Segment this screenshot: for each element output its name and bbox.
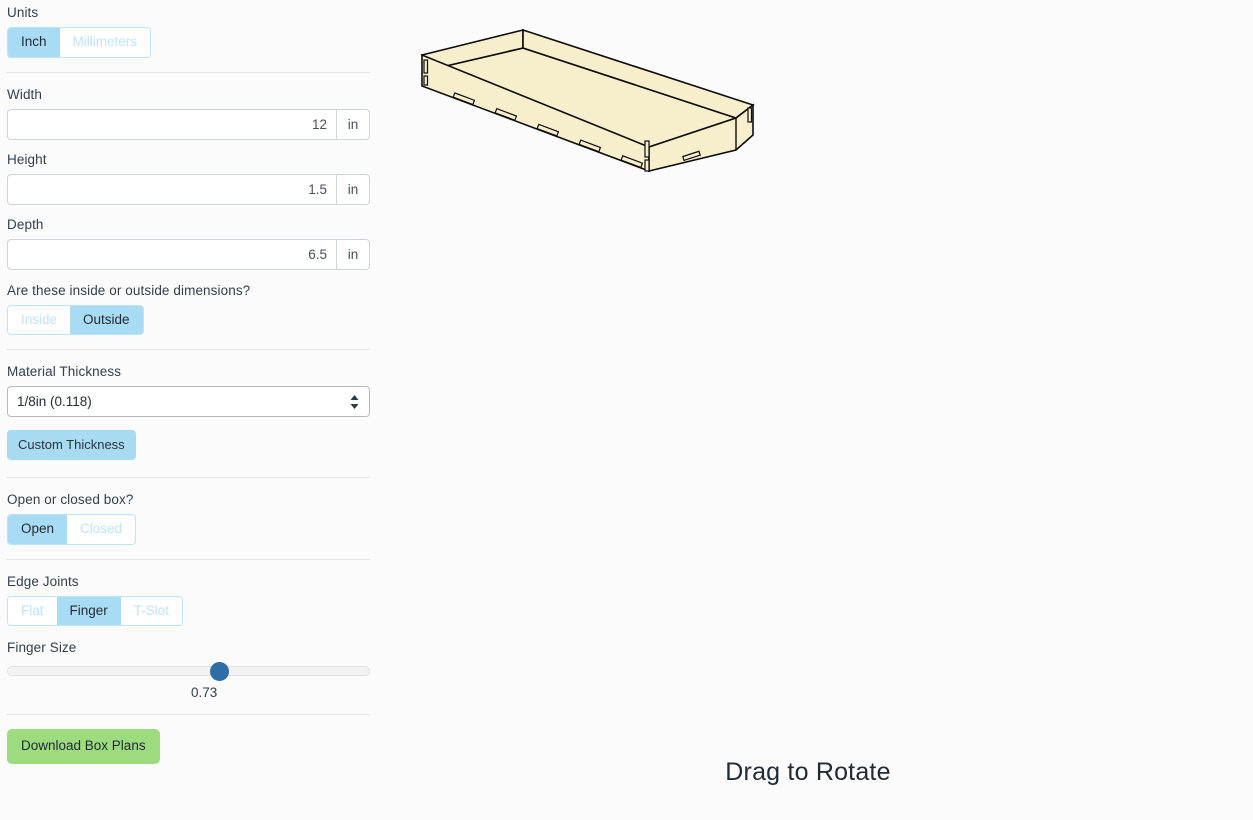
width-input[interactable] <box>7 108 336 140</box>
controls-panel: Units Inch Millimeters Width in Height i… <box>0 0 371 820</box>
units-option-inch[interactable]: Inch <box>8 28 60 57</box>
finger-slot-left-1 <box>423 59 429 74</box>
dimension-mode-option-inside[interactable]: Inside <box>8 305 71 334</box>
width-unit-addon: in <box>336 108 370 140</box>
divider-box-type <box>7 558 370 560</box>
box-type-option-open[interactable]: Open <box>8 515 68 544</box>
edge-joints-option-flat[interactable]: Flat <box>8 596 57 625</box>
finger-size-slider-track[interactable] <box>7 666 370 676</box>
finger-slot-left-2 <box>423 75 429 86</box>
finger-size-label: Finger Size <box>7 640 77 655</box>
dimension-mode-option-outside[interactable]: Outside <box>70 305 143 334</box>
height-input[interactable] <box>7 173 336 205</box>
custom-thickness-button[interactable]: Custom Thickness <box>7 430 136 460</box>
depth-input[interactable] <box>7 238 336 270</box>
finger-size-value: 0.73 <box>190 685 218 700</box>
height-unit-addon: in <box>336 173 370 205</box>
units-toggle-group[interactable]: Inch Millimeters <box>7 27 152 58</box>
drag-to-rotate-hint: Drag to Rotate <box>725 758 891 786</box>
box-3d-preview[interactable] <box>391 10 791 210</box>
width-label: Width <box>7 86 43 102</box>
width-field-row[interactable]: in <box>7 108 370 140</box>
depth-label: Depth <box>7 216 44 232</box>
divider-finger <box>7 714 370 715</box>
material-thickness-label: Material Thickness <box>7 364 122 379</box>
box-type-option-closed[interactable]: Closed <box>67 515 136 544</box>
edge-joints-label: Edge Joints <box>7 573 79 589</box>
divider-dimensions <box>7 349 370 350</box>
units-option-millimeters[interactable]: Millimeters <box>59 28 151 57</box>
material-thickness-select[interactable]: 1/8in (0.118) <box>7 386 370 417</box>
dimension-mode-toggle-group[interactable]: Inside Outside <box>7 304 144 335</box>
finger-size-slider[interactable] <box>7 662 370 681</box>
box-type-label: Open or closed box? <box>7 492 134 507</box>
finger-size-slider-thumb[interactable] <box>209 662 229 681</box>
edge-joints-toggle-group[interactable]: Flat Finger T-Slot <box>7 595 184 626</box>
units-label: Units <box>7 5 39 20</box>
depth-field-row[interactable]: in <box>7 238 370 270</box>
divider-units <box>7 71 370 73</box>
finger-slot-right-3 <box>747 107 753 123</box>
download-box-plans-button[interactable]: Download Box Plans <box>7 729 160 764</box>
divider-thickness <box>7 477 370 478</box>
finger-slot-right-1 <box>644 140 650 158</box>
finger-slot-right-2 <box>644 159 650 172</box>
depth-unit-addon: in <box>336 238 370 270</box>
height-label: Height <box>7 151 47 167</box>
edge-joints-option-finger[interactable]: Finger <box>56 596 121 625</box>
box-designer-app: Units Inch Millimeters Width in Height i… <box>0 0 1253 820</box>
box-preview-viewport[interactable]: Drag to Rotate <box>371 0 1253 820</box>
dimension-mode-label: Are these inside or outside dimensions? <box>7 282 251 298</box>
edge-joints-option-tslot[interactable]: T-Slot <box>120 596 183 625</box>
height-field-row[interactable]: in <box>7 173 370 205</box>
material-thickness-select-wrap[interactable]: 1/8in (0.118) <box>7 386 370 417</box>
box-type-toggle-group[interactable]: Open Closed <box>7 514 137 545</box>
